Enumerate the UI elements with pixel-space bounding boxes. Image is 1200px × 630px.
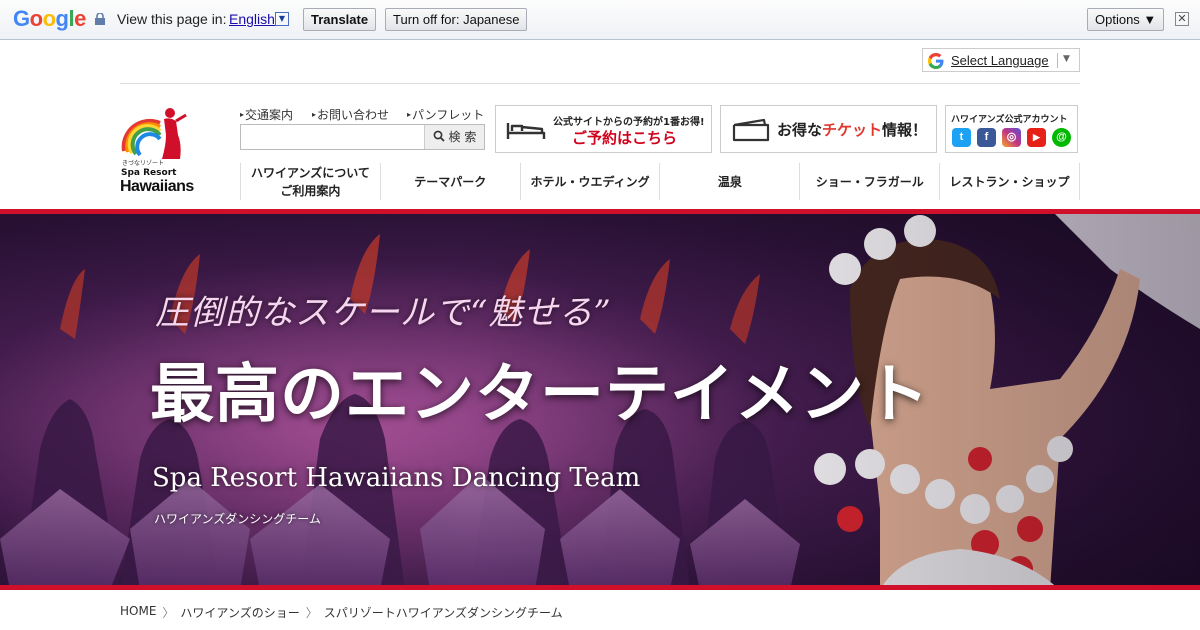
sns-icon-row: t f ◎ ▶ @ (952, 128, 1071, 147)
pamphlet-link[interactable]: パンフレット (407, 106, 484, 123)
search-box: 検 索 (240, 124, 485, 150)
global-nav: ハワイアンズについて ご利用案内 テーマパーク ホテル・ウエディング 温泉 ショ… (240, 163, 1080, 200)
breadcrumb-home[interactable]: HOME (120, 604, 156, 621)
hero-team-name: Spa Resort Hawaiians Dancing Team (152, 463, 641, 493)
chevron-down-icon[interactable]: ▼ (275, 12, 289, 26)
select-language-dropdown[interactable]: Select Language ▼ (922, 48, 1080, 72)
ticket-highlight: チケット (822, 121, 883, 139)
hero-top-border (0, 209, 1200, 214)
google-logo: Google (13, 6, 86, 31)
line-icon[interactable]: @ (1052, 128, 1071, 147)
google-translate-bar: Google View this page in: English ▼ Tran… (0, 0, 1200, 40)
chevron-right-icon: 〉 (305, 606, 318, 620)
instagram-icon[interactable]: ◎ (1002, 128, 1021, 147)
official-sns-panel: ハワイアンズ公式アカウント t f ◎ ▶ @ (945, 105, 1078, 153)
options-button[interactable]: Options ▼ (1087, 8, 1165, 31)
nav-item-about[interactable]: ハワイアンズについて ご利用案内 (240, 163, 380, 200)
bed-icon (506, 123, 546, 139)
ticket-icon (732, 118, 770, 142)
access-link[interactable]: 交通案内 (240, 106, 293, 123)
logo-sub: Spa Resort (121, 168, 177, 178)
lock-icon (95, 13, 105, 25)
facebook-icon[interactable]: f (977, 128, 996, 147)
logo-tagline: きづなリゾート (122, 160, 165, 167)
hero-team-name-jp: ハワイアンズダンシングチーム (154, 512, 321, 526)
divider (120, 83, 1080, 84)
contact-link[interactable]: お問い合わせ (312, 106, 389, 123)
close-icon[interactable]: ✕ (1175, 12, 1189, 26)
youtube-icon[interactable]: ▶ (1027, 128, 1046, 147)
hero-heading: 最高のエンターテイメント (150, 357, 930, 432)
search-button[interactable]: 検 索 (424, 125, 484, 149)
reservation-banner[interactable]: 公式サイトからの予約が1番お得! ご予約はこちら (495, 105, 712, 153)
search-icon (433, 130, 445, 142)
nav-item-hotel-wedding[interactable]: ホテル・ウエディング (519, 163, 660, 200)
logo-main: Hawaiians (120, 178, 194, 195)
nav-item-theme-park[interactable]: テーマパーク (379, 163, 520, 200)
site-logo[interactable]: きづなリゾート Spa Resort Hawaiians (120, 105, 212, 197)
breadcrumb-current: スパリゾートハワイアンズダンシングチーム (323, 606, 563, 620)
ticket-suffix: 情報！ (882, 121, 928, 139)
search-input[interactable] (241, 125, 425, 149)
breadcrumb: HOME 〉 ハワイアンズのショー 〉 スパリゾートハワイアンズダンシングチーム (120, 604, 563, 621)
reservation-banner-subtitle: 公式サイトからの予約が1番お得! (553, 117, 705, 128)
ticket-prefix: お得な (777, 121, 823, 139)
ticket-banner[interactable]: お得なチケット情報！ (720, 105, 937, 153)
ticket-banner-title: お得なチケット情報！ (777, 119, 927, 140)
nav-item-show[interactable]: ショー・フラガール (799, 163, 939, 200)
nav-item-onsen[interactable]: 温泉 (659, 163, 799, 200)
reservation-banner-title: ご予約はこちら (572, 129, 678, 147)
turn-off-button[interactable]: Turn off for: Japanese (385, 8, 528, 31)
search-button-label: 検 索 (448, 130, 477, 144)
sns-title: ハワイアンズ公式アカウント (951, 115, 1068, 125)
hero-banner: 圧倒的なスケールで“魅せる” 最高のエンターテイメント Spa Resort H… (0, 209, 1200, 590)
select-language-label[interactable]: Select Language (951, 53, 1049, 68)
google-g-icon (928, 53, 944, 69)
breadcrumb-shows[interactable]: ハワイアンズのショー (180, 604, 299, 621)
chevron-right-icon: 〉 (162, 606, 175, 620)
hero-subheading: 圧倒的なスケールで“魅せる” (155, 293, 612, 333)
hero-bottom-border (0, 585, 1200, 590)
rainbow-dancer-logo (121, 108, 187, 159)
view-in-label: View this page in: (117, 11, 227, 27)
translate-button[interactable]: Translate (303, 8, 377, 31)
chevron-down-icon[interactable]: ▼ (1063, 54, 1070, 64)
language-link[interactable]: English (229, 11, 275, 27)
twitter-icon[interactable]: t (952, 128, 971, 147)
nav-item-restaurant[interactable]: レストラン・ショップ (939, 163, 1080, 200)
divider (1057, 53, 1058, 68)
